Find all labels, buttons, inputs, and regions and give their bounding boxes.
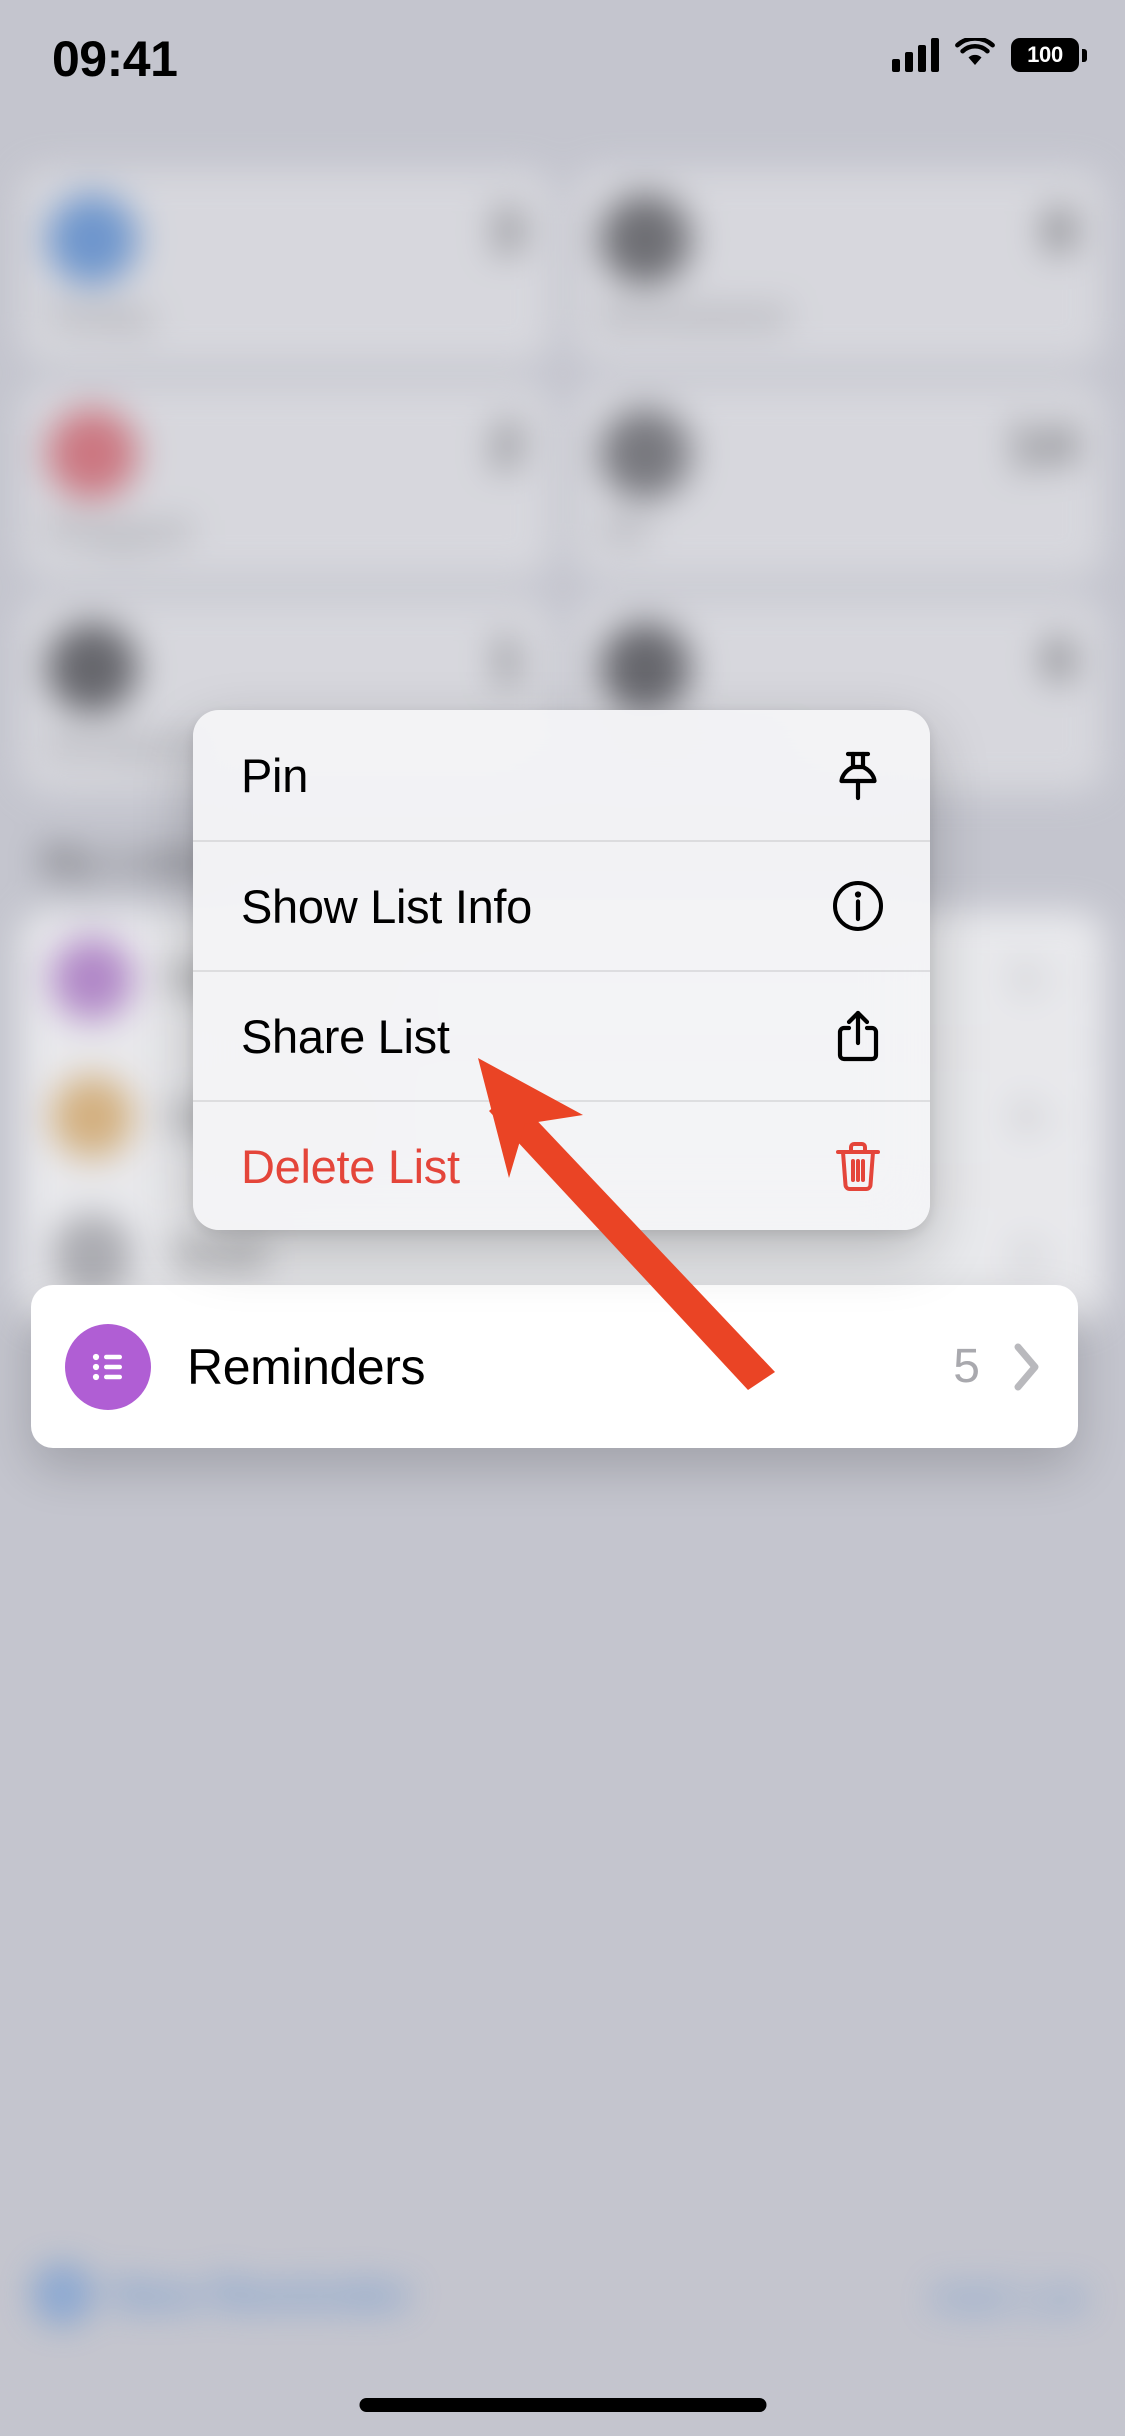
wifi-icon: [955, 36, 995, 72]
smart-list-count: 3: [490, 197, 524, 265]
smart-list-label: Flagged: [46, 509, 190, 552]
smart-list-card: 8 Scheduled: [572, 169, 1105, 364]
status-bar-clock: 09:41: [52, 31, 178, 87]
list-bullet-icon: [51, 937, 134, 1021]
person-icon: [46, 622, 138, 714]
info-circle-icon: [828, 876, 888, 936]
bottom-toolbar: New Reminder Add List: [0, 2248, 1125, 2361]
share-icon: [828, 1006, 888, 1066]
list-item-count: 4: [1014, 1230, 1038, 1279]
context-menu-item-share-list[interactable]: Share List: [193, 970, 930, 1100]
smart-lists-grid-row2: 2 Flagged 14 All: [20, 383, 1105, 578]
cart-icon: [51, 1075, 134, 1159]
context-menu-item-pin[interactable]: Pin: [193, 710, 930, 840]
smart-list-count: 6: [1042, 625, 1076, 693]
context-menu-item-label: Pin: [241, 748, 309, 802]
context-menu-item-label: Delete List: [241, 1139, 460, 1193]
list-item-count: 5: [1014, 954, 1038, 1003]
context-menu-item-label: Share List: [241, 1009, 450, 1063]
calendar-scheduled-icon: [599, 194, 691, 285]
list-item-name: Work: [168, 1230, 267, 1279]
chevron-right-icon: [1010, 1339, 1044, 1395]
context-menu: Pin Show List Info Share List Delete Lis…: [193, 710, 930, 1230]
smart-list-card: 14 All: [572, 383, 1105, 578]
smart-list-count: 8: [1042, 197, 1076, 265]
home-indicator: [359, 2398, 766, 2412]
smart-list-card: 3 Today: [20, 169, 553, 364]
context-menu-item-label: Show List Info: [241, 879, 533, 933]
tray-icon: [599, 408, 691, 500]
cellular-bars-icon: [892, 38, 939, 72]
iphone-screen: 3 Today 8 Scheduled 2 Flagged 14 All 1 A…: [0, 0, 1125, 2436]
trash-icon: [828, 1136, 888, 1196]
smart-list-label: Assigned: [46, 723, 214, 766]
battery-icon: 100: [1011, 38, 1087, 72]
smart-list-label: Today: [46, 295, 154, 338]
highlighted-list-name: Reminders: [187, 1338, 426, 1395]
context-menu-item-show-list-info[interactable]: Show List Info: [193, 840, 930, 970]
calendar-today-icon: [46, 194, 138, 285]
plus-circle-icon: [34, 2266, 91, 2323]
chevron-right-icon: ›: [1060, 955, 1074, 1002]
highlighted-list-card[interactable]: Reminders 5: [31, 1285, 1078, 1448]
status-bar-indicators: 100: [892, 36, 1087, 72]
chevron-right-icon: ›: [1060, 1231, 1074, 1278]
flag-icon: [46, 408, 138, 500]
chevron-right-icon: ›: [1060, 1093, 1074, 1140]
smart-list-count: 14: [1009, 411, 1076, 479]
my-lists-header: My Lists: [40, 836, 214, 886]
pin-icon: [828, 745, 888, 805]
smart-lists-grid-row1: 3 Today 8 Scheduled: [20, 169, 1105, 364]
highlighted-list-count: 5: [953, 1340, 980, 1393]
smart-list-card: 2 Flagged: [20, 383, 553, 578]
new-reminder-button[interactable]: New Reminder: [34, 2266, 412, 2323]
add-list-button[interactable]: Add List: [930, 2273, 1086, 2322]
status-bar: 09:41 100: [0, 0, 1125, 132]
smart-list-count: 1: [490, 625, 524, 693]
smart-list-label: Scheduled: [599, 295, 788, 338]
smart-list-label: All: [599, 509, 647, 552]
new-reminder-label: New Reminder: [110, 2269, 412, 2319]
smart-list-count: 2: [490, 411, 524, 479]
briefcase-icon: [51, 1213, 134, 1297]
checkmark-icon: [599, 622, 691, 714]
list-item-count: 9: [1014, 1092, 1038, 1141]
context-menu-item-delete-list[interactable]: Delete List: [193, 1100, 930, 1230]
list-bullet-icon: [65, 1323, 151, 1410]
battery-percent-label: 100: [1027, 42, 1063, 67]
